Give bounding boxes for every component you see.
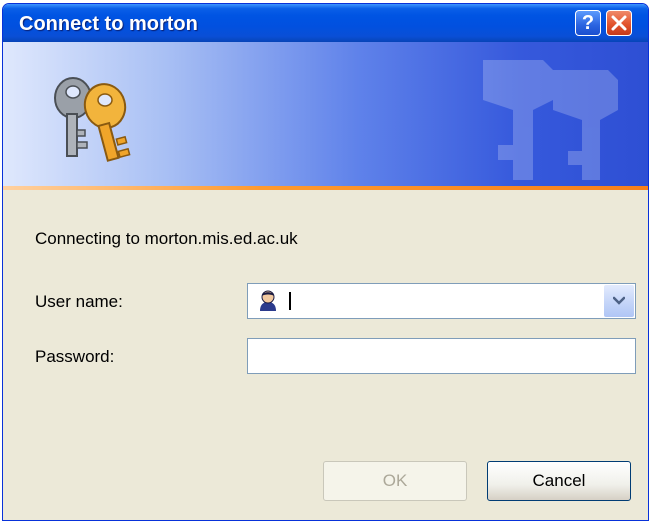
ok-button[interactable]: OK bbox=[323, 461, 467, 501]
chevron-down-icon bbox=[613, 296, 625, 305]
username-input[interactable] bbox=[292, 288, 596, 316]
connect-dialog-window: Connect to morton ? Connecting to morton… bbox=[2, 3, 649, 521]
username-combobox[interactable] bbox=[247, 283, 636, 319]
cancel-button[interactable]: Cancel bbox=[487, 461, 631, 501]
banner-accent-line bbox=[3, 186, 648, 190]
dialog-banner bbox=[3, 42, 648, 186]
close-icon bbox=[611, 15, 627, 31]
connection-message: Connecting to morton.mis.ed.ac.uk bbox=[35, 229, 298, 248]
title-bar[interactable]: Connect to morton ? bbox=[3, 4, 648, 42]
window-title: Connect to morton bbox=[19, 13, 198, 35]
password-field[interactable] bbox=[247, 338, 636, 374]
username-label: User name: bbox=[35, 292, 123, 311]
keys-watermark-icon bbox=[483, 60, 618, 180]
username-dropdown-button[interactable] bbox=[604, 285, 634, 317]
help-button[interactable]: ? bbox=[575, 10, 601, 36]
password-label: Password: bbox=[35, 347, 115, 366]
keys-icon bbox=[54, 77, 131, 162]
close-button[interactable] bbox=[606, 10, 632, 36]
text-caret bbox=[289, 292, 291, 310]
user-icon bbox=[256, 289, 280, 313]
